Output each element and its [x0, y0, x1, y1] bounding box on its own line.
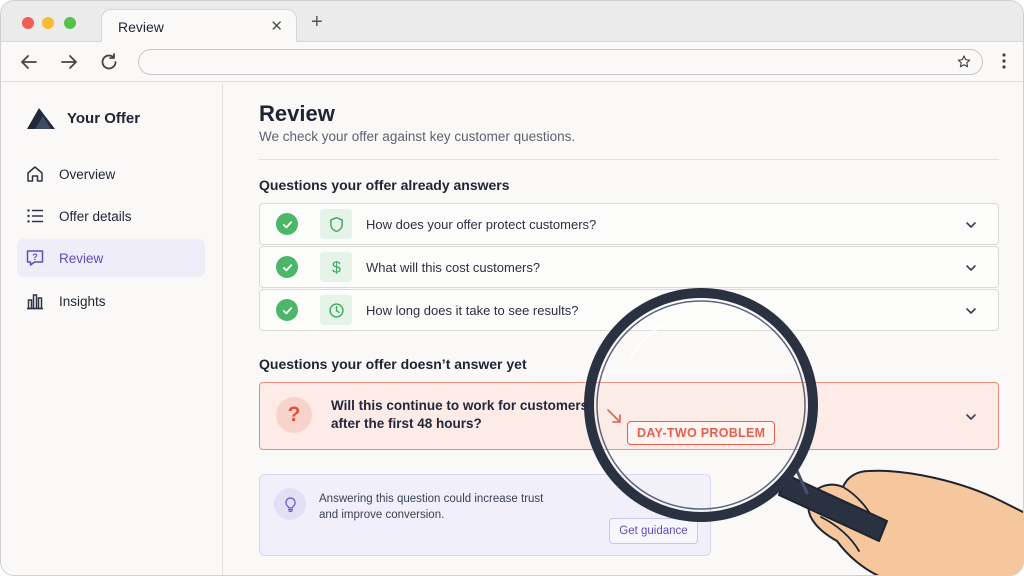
minimize-window-button[interactable]	[42, 17, 54, 29]
brand-name: Your Offer	[67, 109, 141, 127]
browser-toolbar	[1, 42, 1023, 82]
check-icon	[276, 213, 298, 235]
sidebar-item-label: Offer details	[59, 208, 132, 224]
bar-chart-icon	[25, 291, 45, 311]
brand[interactable]: Your Offer	[25, 103, 140, 133]
new-tab-button[interactable]: +	[311, 11, 323, 34]
chevron-down-icon[interactable]	[964, 218, 978, 232]
question-bubble-icon: ?	[25, 248, 45, 268]
close-window-button[interactable]	[22, 17, 34, 29]
tip-text: Answering this question could increase t…	[319, 493, 544, 521]
day-two-problem-badge: DAY-TWO PROBLEM	[627, 421, 776, 445]
sidebar-item-offer-details[interactable]: Offer details	[17, 197, 205, 235]
tab-title: Review	[118, 19, 164, 35]
lightbulb-icon	[274, 488, 306, 520]
answered-question-row[interactable]: How long does it take to see results?	[259, 289, 999, 331]
shield-icon	[320, 209, 352, 239]
reload-icon[interactable]	[97, 50, 121, 74]
main-content: Review We check your offer against key c…	[223, 83, 1023, 575]
divider	[259, 159, 999, 160]
question-text: Will this continue to work for customers…	[331, 398, 589, 431]
unanswered-section-heading: Questions your offer doesn’t answer yet	[259, 356, 527, 372]
tab-review[interactable]: Review ✕	[101, 9, 297, 43]
chevron-down-icon[interactable]	[964, 304, 978, 318]
question-mark-icon: ?	[276, 397, 312, 433]
check-icon	[276, 299, 298, 321]
brand-logo-icon	[27, 108, 55, 129]
page-subtitle: We check your offer against key customer…	[259, 129, 576, 144]
chevron-down-icon[interactable]	[964, 261, 978, 275]
get-guidance-button[interactable]: Get guidance	[609, 518, 698, 544]
svg-text:?: ?	[32, 252, 38, 262]
sidebar: Your Offer Overview Offer details ? Revi…	[1, 83, 223, 575]
answered-section-heading: Questions your offer already answers	[259, 177, 510, 193]
maximize-window-button[interactable]	[64, 17, 76, 29]
dollar-icon: $	[320, 252, 352, 282]
chevron-down-icon[interactable]	[964, 410, 978, 424]
list-icon	[25, 206, 45, 226]
home-icon	[25, 164, 45, 184]
sidebar-item-overview[interactable]: Overview	[17, 155, 205, 193]
question-text: What will this cost customers?	[366, 260, 541, 275]
back-arrow-icon[interactable]	[17, 50, 41, 74]
sidebar-item-review[interactable]: ? Review	[17, 239, 205, 277]
bookmark-star-icon[interactable]	[956, 54, 972, 70]
unanswered-question-row[interactable]: ? Will this continue to work for custome…	[259, 382, 999, 450]
sidebar-item-label: Overview	[59, 166, 116, 182]
question-text: How long does it take to see results?	[366, 303, 579, 318]
question-text: How does your offer protect customers?	[366, 217, 597, 232]
sidebar-item-label: Review	[59, 250, 104, 266]
answered-question-row[interactable]: $ What will this cost customers?	[259, 246, 999, 288]
sidebar-item-label: Insights	[59, 293, 106, 309]
address-bar[interactable]	[138, 49, 983, 75]
forward-arrow-icon[interactable]	[57, 50, 81, 74]
browser-menu-icon[interactable]	[1001, 52, 1007, 70]
answered-question-row[interactable]: How does your offer protect customers?	[259, 203, 999, 245]
clock-icon	[320, 295, 352, 325]
svg-text:$: $	[332, 259, 341, 276]
tab-strip: Review ✕ +	[1, 1, 1023, 43]
page-title: Review	[259, 101, 335, 126]
check-icon	[276, 256, 298, 278]
tab-close-icon[interactable]: ✕	[270, 17, 283, 35]
sidebar-item-insights[interactable]: Insights	[17, 282, 205, 320]
pointer-arrow-icon	[605, 407, 625, 427]
guidance-tip: Answering this question could increase t…	[259, 474, 711, 556]
browser-window: Review ✕ + Your Offer Overview Offer det…	[0, 0, 1024, 576]
